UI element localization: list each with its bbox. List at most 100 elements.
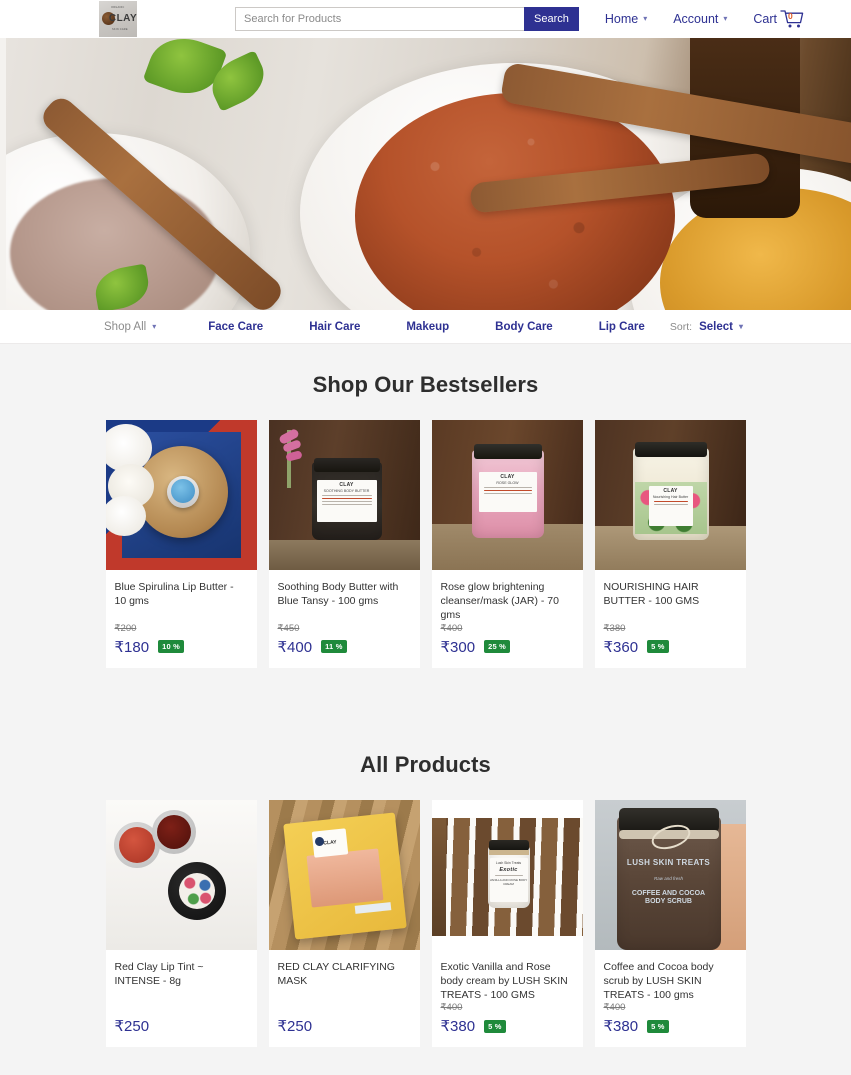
product-price: ₹300 (440, 638, 476, 656)
product-price: ₹380 (440, 1018, 476, 1036)
product-old-price: ₹200 (114, 622, 137, 634)
product-price: ₹180 (114, 638, 150, 656)
product-image: CLAY SOOTHING BODY BUTTER (268, 420, 420, 570)
chevron-down-icon: ▾ (643, 14, 648, 23)
product-info: Exotic Vanilla and Rose body cream by LU… (432, 950, 583, 1003)
product-title: Coffee and Cocoa body scrub by LUSH SKIN… (603, 960, 714, 1001)
cart-count-badge: 0 (788, 11, 793, 21)
category-body-care[interactable]: Body Care (495, 321, 553, 333)
search-button[interactable]: Search (524, 7, 579, 31)
category-shop-all-label: Shop All (104, 320, 147, 333)
product-title: Red Clay Lip Tint ~ INTENSE - 8g (114, 960, 204, 987)
product-discount-badge: 10 % (158, 640, 184, 654)
cart-label: Cart (753, 12, 778, 26)
product-title: NOURISHING HAIR BUTTER - 100 GMS (603, 581, 700, 608)
logo-tagline-bottom: SKIN CARE (112, 28, 128, 31)
sort-label: Sort: (669, 320, 693, 333)
sort-select-value: Select (699, 320, 733, 333)
product-card[interactable]: LUSH SKIN TREATS Raw and fresh COFFEE AN… (594, 799, 746, 1048)
chevron-down-icon: ▾ (723, 14, 728, 23)
product-info: RED CLAY CLARIFYING MASK (269, 950, 420, 1003)
product-card[interactable]: CLAY RED CLAY CLARIFYING MASK ₹250 (268, 799, 420, 1048)
product-discount-badge: 5 % (647, 640, 669, 654)
product-image: CLAY ROSE GLOW (431, 420, 583, 570)
category-nav: Shop All ▾ Face Care Hair Care Makeup Bo… (0, 310, 851, 344)
product-image: CLAY Nourishing Hair Butter (594, 420, 746, 570)
section-title-all-products: All Products (360, 751, 491, 777)
product-old-price: ₹450 (277, 622, 300, 634)
product-info: Rose glow brightening cleanser/mask (JAR… (432, 570, 583, 623)
nav-item-account-label: Account (673, 12, 719, 26)
chevron-down-icon: ▾ (152, 321, 157, 331)
logo-text: CLAY (108, 13, 137, 24)
product-image (105, 420, 257, 570)
product-info: Blue Spirulina Lip Butter - 10 gms (106, 570, 257, 623)
product-card[interactable]: Lush Skin Treats Exotic VANILLA AND ROSE… (431, 799, 583, 1048)
product-card[interactable]: Blue Spirulina Lip Butter - 10 gms ₹200 … (105, 420, 257, 668)
product-info: Red Clay Lip Tint ~ INTENSE - 8g (106, 950, 257, 1003)
product-discount-badge: 5 % (647, 1019, 669, 1033)
product-price: ₹250 (114, 1018, 150, 1036)
product-card[interactable]: CLAY SOOTHING BODY BUTTER Soothing Body … (268, 420, 420, 668)
bestsellers-grid: Blue Spirulina Lip Butter - 10 gms ₹200 … (0, 420, 851, 668)
product-card[interactable]: Red Clay Lip Tint ~ INTENSE - 8g ₹250 (105, 799, 257, 1048)
product-old-price: ₹400 (440, 1002, 463, 1014)
product-image (105, 799, 257, 950)
product-image: CLAY (268, 799, 420, 950)
product-pricing: ₹400 ₹380 5 % (595, 1002, 746, 1047)
section-title-bestsellers: Shop Our Bestsellers (312, 372, 539, 397)
bestsellers-carousel: Blue Spirulina Lip Butter - 10 gms ₹200 … (0, 420, 851, 668)
product-price: ₹400 (277, 638, 313, 656)
product-pricing: ₹200 ₹180 10 % (106, 623, 257, 668)
category-hair-care[interactable]: Hair Care (309, 321, 360, 333)
nav-item-home-label: Home (604, 12, 639, 26)
product-pricing: ₹450 ₹400 11 % (269, 623, 420, 668)
product-price: ₹250 (277, 1018, 313, 1036)
product-old-price: ₹380 (603, 622, 626, 634)
product-discount-badge: 5 % (484, 1019, 506, 1033)
product-old-price: ₹400 (440, 622, 463, 634)
category-face-care[interactable]: Face Care (208, 321, 263, 333)
nav-item-home[interactable]: Home ▾ (605, 12, 647, 26)
product-pricing: ₹400 ₹300 25 % (432, 623, 583, 668)
product-card[interactable]: CLAY ROSE GLOW Rose glow brightening cle… (431, 420, 583, 668)
product-pricing: ₹250 (269, 1002, 420, 1047)
site-logo[interactable]: ORGANIC CLAY SKIN CARE (99, 1, 137, 37)
search-input[interactable] (235, 7, 524, 31)
cart-button[interactable]: Cart 0 (753, 9, 805, 29)
main-content: Shop Our Bestsellers Blue Spirulina Lip … (0, 344, 851, 1075)
sort-select[interactable]: Select ▾ (699, 321, 743, 333)
category-shop-all[interactable]: Shop All ▾ (104, 321, 156, 333)
chevron-down-icon: ▾ (738, 321, 743, 331)
product-pricing: ₹380 ₹360 5 % (595, 623, 746, 668)
product-info: Soothing Body Butter with Blue Tansy - 1… (269, 570, 420, 623)
product-title: Blue Spirulina Lip Butter - 10 gms (114, 581, 234, 608)
product-old-price: ₹400 (603, 1002, 626, 1014)
category-makeup[interactable]: Makeup (406, 321, 449, 333)
all-products-grid: Red Clay Lip Tint ~ INTENSE - 8g ₹250 CL… (0, 799, 851, 1048)
product-discount-badge: 25 % (484, 640, 510, 654)
product-title: RED CLAY CLARIFYING MASK (277, 960, 395, 987)
site-header: ORGANIC CLAY SKIN CARE Search Home ▾ Acc… (0, 0, 851, 38)
hero-banner[interactable] (0, 38, 851, 310)
product-image: LUSH SKIN TREATS Raw and fresh COFFEE AN… (594, 799, 746, 950)
category-lip-care[interactable]: Lip Care (599, 321, 645, 333)
logo-tagline-top: ORGANIC (111, 6, 125, 9)
primary-nav: Home ▾ Account ▾ Cart 0 (605, 9, 805, 29)
product-title: Rose glow brightening cleanser/mask (JAR… (440, 581, 559, 622)
shopping-cart-icon: 0 (779, 9, 805, 29)
product-price: ₹360 (603, 638, 639, 656)
product-image: Lush Skin Treats Exotic VANILLA AND ROSE… (431, 799, 583, 950)
product-info: NOURISHING HAIR BUTTER - 100 GMS (595, 570, 746, 623)
product-title: Soothing Body Butter with Blue Tansy - 1… (277, 581, 399, 608)
hero-image (0, 38, 851, 310)
product-pricing: ₹400 ₹380 5 % (432, 1002, 583, 1047)
product-info: Coffee and Cocoa body scrub by LUSH SKIN… (595, 950, 746, 1003)
search-form: Search (235, 7, 579, 31)
product-title: Exotic Vanilla and Rose body cream by LU… (440, 960, 568, 1001)
product-card[interactable]: CLAY Nourishing Hair Butter NOURISHING H… (594, 420, 746, 668)
sort-control: Sort: Select ▾ (670, 321, 743, 333)
nav-item-account[interactable]: Account ▾ (673, 12, 727, 26)
product-pricing: ₹250 (106, 1002, 257, 1047)
product-price: ₹380 (603, 1018, 639, 1036)
